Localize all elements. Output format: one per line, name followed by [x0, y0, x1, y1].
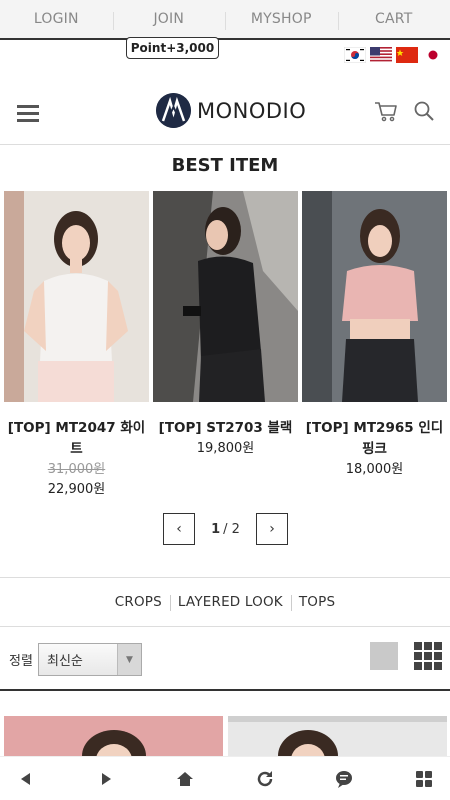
product-image[interactable]: [4, 191, 149, 402]
product-image[interactable]: [153, 191, 298, 402]
product-price: 19,800원: [196, 441, 255, 456]
product-thumbnail[interactable]: [228, 716, 447, 756]
product-name[interactable]: [TOP] MT2965 인디핑크: [302, 418, 447, 460]
next-page-button[interactable]: ›: [256, 513, 288, 545]
korea-flag-icon[interactable]: [344, 47, 366, 63]
product-name[interactable]: [TOP] ST2703 블랙: [153, 418, 298, 439]
best-item-title: BEST ITEM: [171, 155, 279, 176]
site-header: MONODIO: [0, 75, 450, 145]
product-image[interactable]: [302, 191, 447, 402]
current-page: 1: [211, 521, 221, 537]
category-crops[interactable]: CROPS: [107, 594, 170, 610]
point-badge: Point+3,000: [126, 37, 219, 59]
apps-grid-icon[interactable]: [414, 769, 434, 789]
myshop-link[interactable]: MYSHOP: [225, 0, 338, 38]
forward-arrow-icon[interactable]: [96, 769, 116, 789]
top-nav: LOGIN JOIN MYSHOP CART: [0, 0, 450, 40]
product-name[interactable]: [TOP] MT2047 화이트: [4, 418, 149, 460]
category-bar: CROPS LAYERED LOOK TOPS: [0, 577, 450, 627]
join-link[interactable]: JOIN: [112, 0, 226, 38]
chevron-down-icon: ▼: [117, 644, 141, 675]
usa-flag-icon[interactable]: [370, 47, 392, 63]
grid-view-icon[interactable]: [414, 642, 442, 670]
product-original-price: 31,000원: [47, 462, 106, 477]
brand-logo[interactable]: MONODIO: [156, 93, 306, 128]
chat-icon[interactable]: [334, 769, 354, 789]
back-arrow-icon[interactable]: [16, 769, 36, 789]
product-price: 22,900원: [47, 482, 106, 497]
search-icon[interactable]: [413, 100, 435, 122]
pagination: ‹ 1 / 2 ›: [163, 513, 288, 547]
product-card[interactable]: [TOP] MT2965 인디핑크 18,000원: [302, 191, 447, 480]
page-indicator: 1 / 2: [195, 513, 256, 545]
menu-icon[interactable]: [17, 105, 39, 123]
product-card[interactable]: [TOP] MT2047 화이트 31,000원 22,900원: [4, 191, 149, 500]
cart-link[interactable]: CART: [337, 0, 450, 38]
logo-text: MONODIO: [197, 98, 307, 123]
category-tops[interactable]: TOPS: [290, 594, 343, 611]
japan-flag-icon[interactable]: [422, 47, 444, 63]
single-view-icon[interactable]: [370, 642, 398, 670]
category-layered-look[interactable]: LAYERED LOOK: [169, 594, 291, 611]
home-icon[interactable]: [175, 769, 195, 789]
sort-selected-value: 최신순: [47, 654, 83, 669]
refresh-icon[interactable]: [255, 769, 275, 789]
prev-page-button[interactable]: ‹: [163, 513, 195, 545]
sort-select[interactable]: 최신순 ▼: [38, 643, 142, 676]
product-card[interactable]: [TOP] ST2703 블랙 19,800원: [153, 191, 298, 459]
product-thumbnail[interactable]: [4, 716, 223, 756]
sort-label: 정렬: [9, 654, 33, 669]
language-flags: [344, 47, 444, 63]
product-grid: [0, 716, 450, 756]
product-price: 18,000원: [345, 462, 404, 477]
login-link[interactable]: LOGIN: [0, 0, 113, 38]
cart-icon[interactable]: [374, 99, 398, 123]
total-pages: / 2: [223, 521, 240, 537]
logo-mark-icon: [156, 93, 191, 128]
sort-bar: 정렬 최신순 ▼: [0, 628, 450, 691]
bottom-toolbar: [0, 756, 450, 800]
china-flag-icon[interactable]: [396, 47, 418, 63]
